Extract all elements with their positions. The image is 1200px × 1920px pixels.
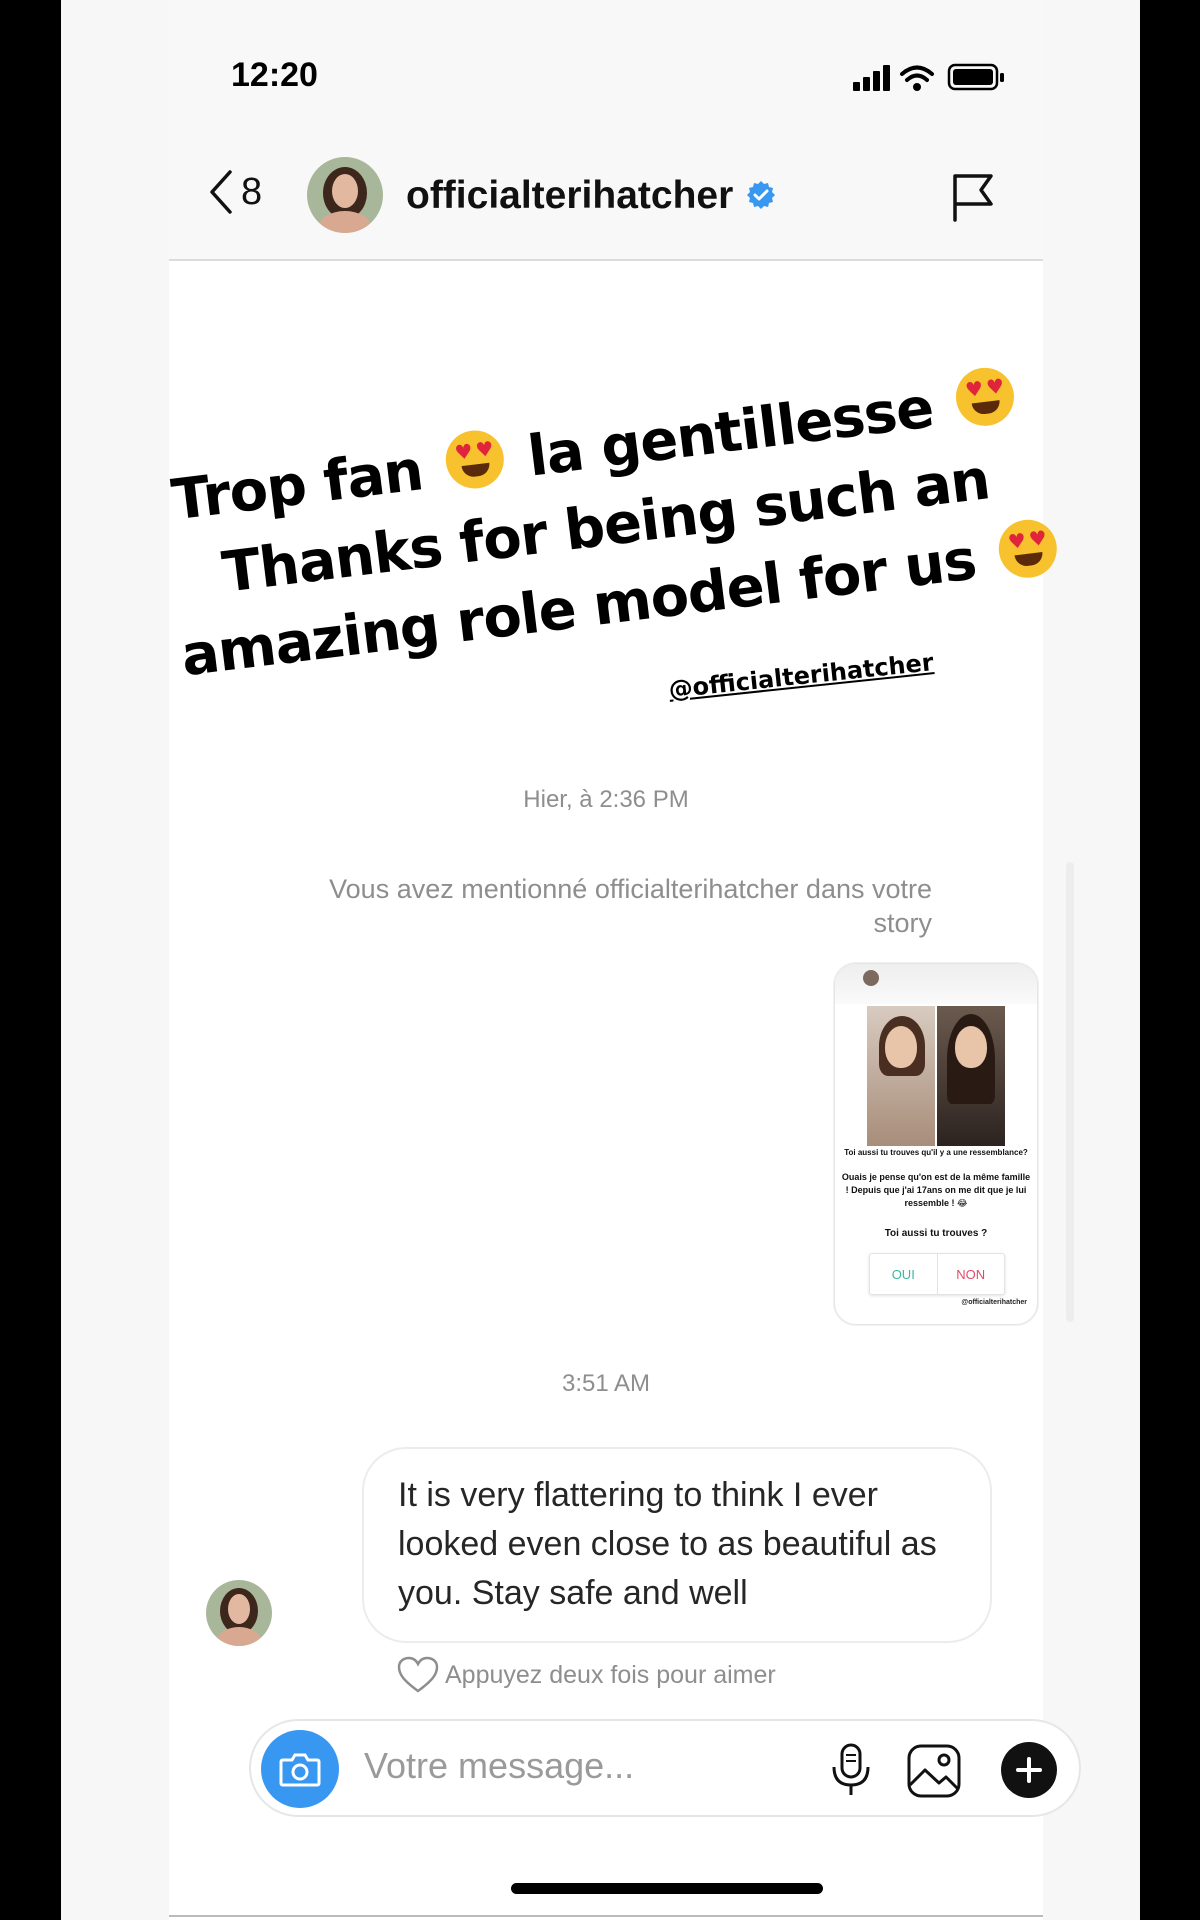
story-credit: @officialterihatcher <box>961 1299 1027 1306</box>
smiling-hearts-emoji-icon <box>995 516 1061 582</box>
plus-icon <box>1016 1757 1042 1783</box>
home-indicator[interactable] <box>511 1883 823 1894</box>
scrollbar[interactable] <box>1066 862 1074 1322</box>
shared-story-card[interactable]: Toi aussi tu trouves qu'il y a une resse… <box>834 963 1038 1325</box>
battery-icon <box>947 63 1004 91</box>
story-photos <box>867 1006 1005 1146</box>
story-poll-prompt: Toi aussi tu trouves ? <box>884 1228 988 1239</box>
story-card-header <box>835 964 1037 1004</box>
heart-icon <box>397 1656 439 1693</box>
signal-icon <box>853 82 860 91</box>
flag-icon[interactable] <box>951 172 995 222</box>
poll-no: NON <box>956 1266 986 1282</box>
story-question: Toi aussi tu trouves qu'il y a une resse… <box>844 1148 1028 1157</box>
message-bubble[interactable]: It is very flattering to think I ever lo… <box>362 1447 992 1643</box>
gallery-icon[interactable] <box>906 1743 962 1799</box>
header-background <box>169 0 1043 260</box>
heart-eyes-emoji-icon <box>952 364 1018 430</box>
phone-screen: 12:20 8 officialterihatcher Trop fan ♥ ♥… <box>61 0 1140 1920</box>
chevron-left-icon <box>210 170 232 214</box>
mention-note: Vous avez mentionné officialterihatcher … <box>329 874 932 938</box>
story-poll: OUI NON <box>869 1253 1005 1295</box>
microphone-icon[interactable] <box>829 1743 873 1797</box>
message-composer[interactable]: Votre message... <box>249 1719 1081 1817</box>
left-black-bar <box>0 0 61 1920</box>
message-input[interactable]: Votre message... <box>364 1745 634 1787</box>
bottom-divider <box>169 1915 1043 1917</box>
poll-yes: OUI <box>870 1254 938 1294</box>
camera-icon <box>279 1753 321 1787</box>
sender-avatar[interactable] <box>206 1580 272 1646</box>
wifi-icon <box>900 65 934 82</box>
like-hint-label: Appuyez deux fois pour aimer <box>445 1660 776 1689</box>
timestamp: Hier, à 2:36 PM <box>523 786 689 813</box>
plus-button[interactable] <box>1001 1742 1057 1798</box>
status-icons <box>853 63 1004 91</box>
camera-button[interactable] <box>261 1730 339 1808</box>
like-hint[interactable]: Appuyez deux fois pour aimer <box>397 1656 776 1694</box>
story-answer: Ouais je pense qu'on est de la même fami… <box>841 1172 1031 1208</box>
avatar[interactable] <box>307 157 383 233</box>
timestamp: 3:51 AM <box>561 1370 651 1397</box>
right-black-bar <box>1140 0 1200 1920</box>
header-divider <box>169 259 1043 261</box>
heart-eyes-emoji-icon <box>442 427 508 492</box>
verified-badge-icon <box>747 181 775 209</box>
unread-count: 8 <box>241 170 263 213</box>
status-time: 12:20 <box>231 56 318 94</box>
back-button[interactable]: 8 <box>209 170 262 214</box>
username[interactable]: officialterihatcher <box>406 174 733 218</box>
